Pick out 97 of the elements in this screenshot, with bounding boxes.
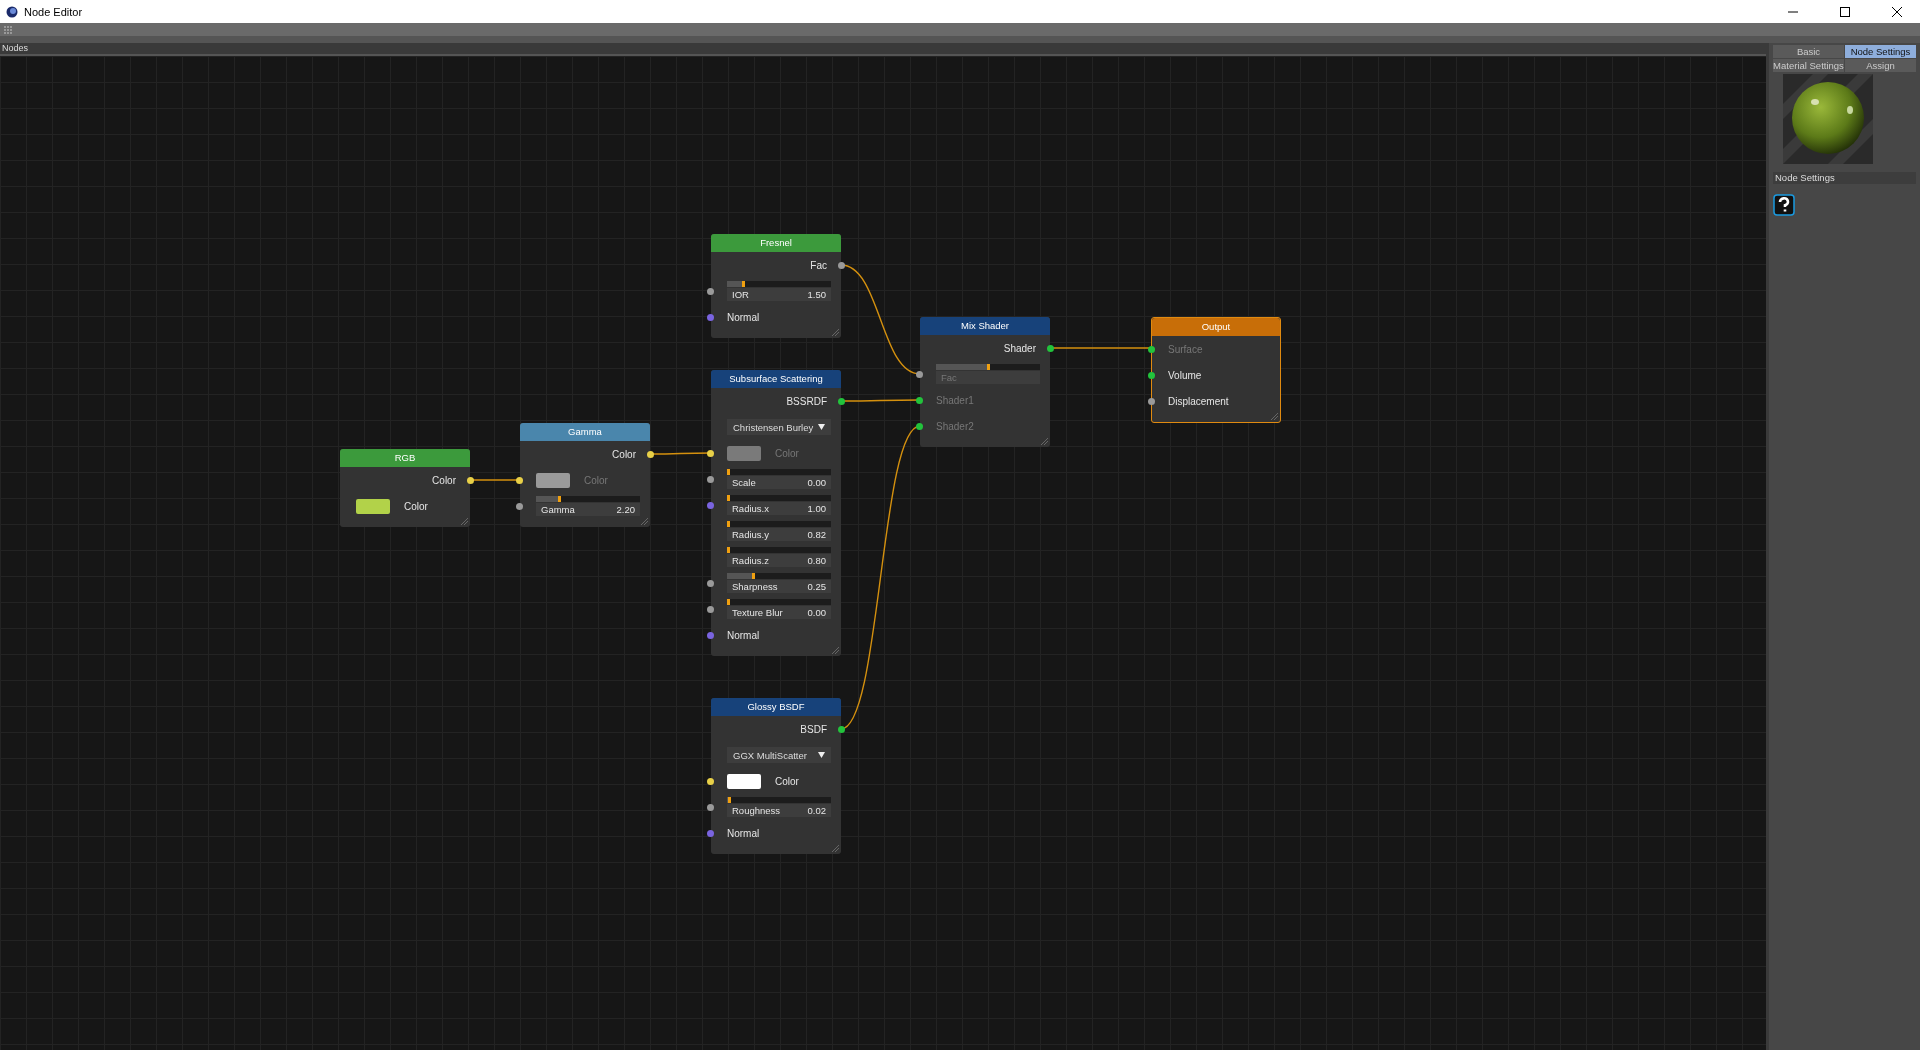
slider-value: 0.25 [807, 581, 826, 592]
slider-label: Radius.x [732, 503, 769, 514]
socket-dot[interactable] [707, 803, 714, 811]
node-header[interactable]: Glossy BSDF [711, 698, 841, 716]
node-header[interactable]: Fresnel [711, 234, 841, 252]
socket-label: Normal [727, 827, 760, 839]
socket-dot[interactable] [516, 502, 523, 510]
maximize-icon [1840, 6, 1850, 17]
slider-label: Scale [732, 477, 756, 488]
resize-grip-icon[interactable] [1271, 413, 1278, 420]
socket-dot[interactable] [1148, 345, 1155, 353]
socket-dot[interactable] [838, 261, 845, 269]
node-header[interactable]: Mix Shader [920, 317, 1050, 335]
socket-dot[interactable] [707, 631, 714, 639]
node-header[interactable]: RGB [340, 449, 470, 467]
socket-dot[interactable] [838, 725, 845, 733]
panel-title: Nodes [0, 43, 1766, 56]
close-icon [1892, 6, 1902, 17]
socket-label: Surface [1168, 343, 1203, 355]
slider-value: 1.50 [807, 289, 826, 300]
resize-grip-icon[interactable] [461, 518, 468, 525]
node-header[interactable]: Subsurface Scattering [711, 370, 841, 388]
section-header: Node Settings [1773, 172, 1916, 184]
slider-value: 2.20 [616, 504, 635, 515]
socket-label: Color [775, 447, 799, 459]
slider-label: Roughness [732, 805, 781, 816]
slider-value: 0.82 [807, 529, 826, 540]
grip-icon[interactable] [4, 25, 12, 34]
socket-dot[interactable] [707, 777, 714, 785]
color-swatch[interactable] [727, 773, 761, 789]
panel-tab[interactable]: Basic [1773, 45, 1844, 58]
socket-dot[interactable] [1148, 371, 1155, 379]
color-swatch[interactable] [356, 498, 390, 514]
socket-dot[interactable] [707, 449, 714, 457]
slider-label: Radius.z [732, 555, 769, 566]
socket-dot[interactable] [707, 829, 714, 837]
socket-dot[interactable] [838, 397, 845, 405]
socket-label: Normal [727, 311, 760, 323]
socket-dot[interactable] [707, 475, 714, 483]
resize-grip-icon[interactable] [832, 845, 839, 852]
help-icon[interactable] [1773, 194, 1795, 216]
socket-label: Normal [727, 629, 760, 641]
socket-label: Color [432, 474, 456, 486]
node-header[interactable]: Gamma [520, 423, 650, 441]
slider-label: Texture Blur [732, 607, 783, 618]
resize-grip-icon[interactable] [1041, 438, 1048, 445]
app-logo-icon [6, 5, 18, 18]
socket-dot[interactable] [467, 476, 474, 484]
node-card[interactable]: Output Surface Volume Displacement [1151, 317, 1281, 423]
node-header[interactable]: Output [1152, 318, 1280, 336]
socket-label: Fac [810, 259, 827, 271]
socket-label: Color [404, 500, 428, 512]
slider-value: 0.00 [807, 607, 826, 618]
slider-label: Gamma [541, 504, 575, 515]
slider-label: Sharpness [732, 581, 778, 592]
socket-dot[interactable] [707, 579, 714, 587]
socket-dot[interactable] [707, 501, 714, 509]
caret-icon [818, 424, 825, 430]
socket-dot[interactable] [916, 422, 923, 430]
socket-dot[interactable] [707, 287, 714, 295]
slider-label: IOR [732, 289, 749, 300]
slider-value: 0.02 [807, 805, 826, 816]
node-canvas[interactable] [0, 56, 1766, 1050]
socket-label: Shader1 [936, 394, 974, 406]
resize-grip-icon[interactable] [832, 329, 839, 336]
mode-dropdown[interactable]: GGX MultiScatter [727, 747, 831, 763]
slider-label: Radius.y [732, 529, 769, 540]
socket-label: Color [584, 474, 608, 486]
panel-tab[interactable]: Node Settings [1845, 45, 1916, 58]
slider-value: 0.00 [807, 477, 826, 488]
socket-dot[interactable] [707, 313, 714, 321]
socket-dot[interactable] [1148, 397, 1155, 405]
socket-dot[interactable] [916, 370, 923, 378]
socket-dot[interactable] [1047, 344, 1054, 352]
socket-label: Volume [1168, 369, 1202, 381]
socket-label: BSDF [800, 723, 827, 735]
slider-value: 0.80 [807, 555, 826, 566]
panel-tab[interactable]: Material Settings [1773, 59, 1844, 72]
socket-dot[interactable] [916, 396, 923, 404]
panel-tab[interactable]: Assign [1845, 59, 1916, 72]
socket-dot[interactable] [516, 476, 523, 484]
socket-dot[interactable] [707, 605, 714, 613]
caret-icon [818, 752, 825, 758]
socket-label: Shader [1003, 342, 1036, 354]
color-swatch[interactable] [536, 472, 570, 488]
mode-dropdown[interactable]: Christensen Burley [727, 419, 831, 435]
socket-label: BSSRDF [786, 395, 827, 407]
socket-label: Color [612, 448, 636, 460]
color-swatch[interactable] [727, 445, 761, 461]
socket-dot[interactable] [647, 450, 654, 458]
socket-label: Color [775, 775, 799, 787]
socket-label: Displacement [1168, 395, 1229, 407]
resize-grip-icon[interactable] [832, 647, 839, 654]
socket-label: Shader2 [936, 420, 974, 432]
resize-grip-icon[interactable] [641, 518, 648, 525]
slider-value: 1.00 [807, 503, 826, 514]
window-title: Node Editor [24, 5, 84, 18]
